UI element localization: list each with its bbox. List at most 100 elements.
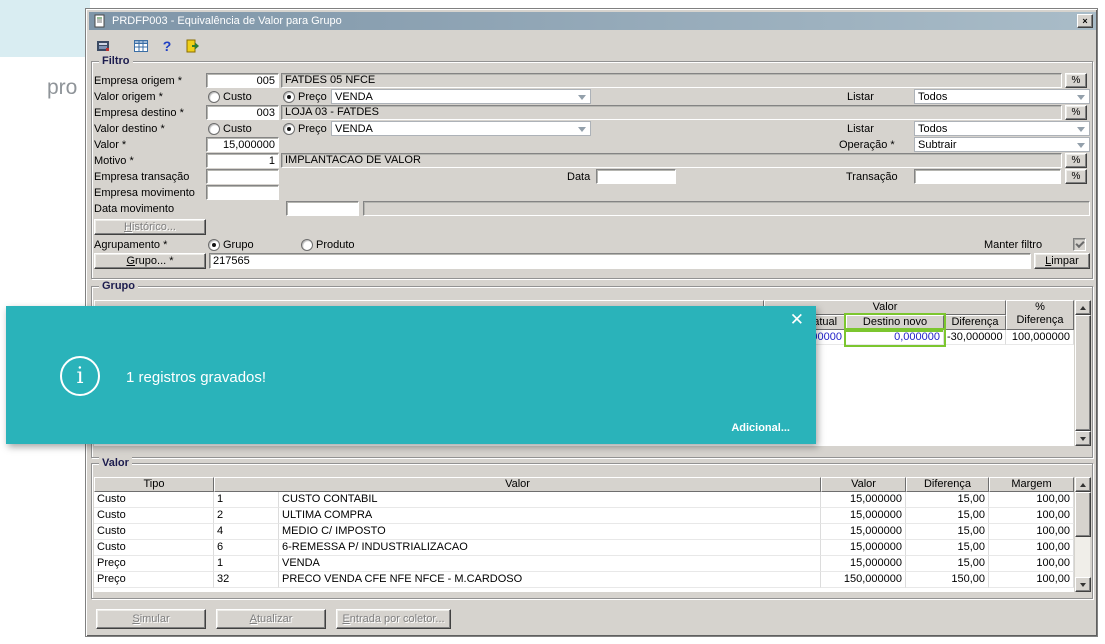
cell-valor: 15,000000 — [821, 508, 906, 524]
pct-line2: Diferença — [1016, 314, 1064, 326]
grid-button[interactable] — [132, 37, 150, 55]
label-empresa-transacao: Empresa transação — [94, 171, 190, 183]
toast-message: 1 registros gravados! — [126, 369, 267, 386]
cell-diferenca: 15,00 — [906, 540, 989, 556]
table-row[interactable]: Custo 4 MEDIO C/ IMPOSTO 15,000000 15,00… — [94, 524, 1090, 540]
motivo-lookup-button[interactable]: % — [1065, 153, 1087, 168]
valor-destino-custo-radio[interactable] — [208, 123, 220, 135]
cell-valor: 15,000000 — [821, 492, 906, 508]
label-empresa-destino: Empresa destino * — [94, 107, 184, 119]
scroll-down-button[interactable] — [1075, 431, 1091, 446]
valor-destino-tipo-combo[interactable]: VENDA — [331, 121, 591, 136]
valor-vertical-scrollbar[interactable] — [1074, 477, 1091, 592]
cell-codigo: 1 — [214, 556, 279, 572]
empresa-destino-lookup-button[interactable]: % — [1065, 105, 1087, 120]
exit-button[interactable] — [183, 37, 201, 55]
data-movimento-input[interactable] — [286, 201, 359, 216]
valor-destino-listar-combo[interactable]: Todos — [914, 121, 1090, 136]
valor-origem-tipo-combo[interactable]: VENDA — [331, 89, 591, 104]
limpar-button[interactable]: Limpar — [1034, 253, 1090, 269]
agrupamento-produto-radio[interactable] — [301, 239, 313, 251]
scrollbar-thumb[interactable] — [1075, 315, 1091, 431]
scroll-up-button[interactable] — [1075, 477, 1091, 492]
empresa-transacao-code-input[interactable] — [206, 169, 279, 184]
label-operacao: Operação * — [839, 139, 895, 151]
transacao-lookup-button[interactable]: % — [1065, 169, 1087, 184]
info-icon: i — [60, 356, 100, 396]
valor-destino-preco-radio[interactable] — [283, 123, 295, 135]
title-bar[interactable]: PRDFP003 - Equivalência de Valor para Gr… — [89, 12, 1096, 30]
valor-input[interactable] — [206, 137, 279, 152]
label-transacao: Transação — [846, 171, 898, 183]
save-button[interactable] — [94, 37, 112, 55]
table-row[interactable]: Custo 6 6-REMESSA P/ INDUSTRIALIZACAO 15… — [94, 540, 1090, 556]
grupo-vertical-scrollbar[interactable] — [1074, 300, 1091, 446]
label-valor-destino: Valor destino * — [94, 123, 165, 135]
data-input[interactable] — [596, 169, 676, 184]
empresa-destino-code-input[interactable] — [206, 105, 279, 120]
label-agrupamento: Agrupamento * — [94, 239, 168, 251]
scrollbar-thumb[interactable] — [1075, 492, 1091, 537]
cell-tipo: Custo — [94, 540, 214, 556]
toast-adicional-link[interactable]: Adicional... — [731, 422, 790, 434]
combo-value: Todos — [918, 123, 948, 135]
valor-origem-preco-radio[interactable] — [283, 91, 295, 103]
help-button[interactable]: ? — [158, 37, 176, 55]
label-data: Data — [567, 171, 591, 183]
empresa-destino-desc-field: LOJA 03 - FATDES — [281, 105, 1062, 120]
grupo-button[interactable]: Grupo... * — [94, 253, 206, 269]
chevron-down-icon — [1077, 127, 1085, 132]
atualizar-button[interactable]: Atualizar — [216, 609, 326, 629]
valor-origem-listar-combo[interactable]: Todos — [914, 89, 1090, 104]
toast-close-button[interactable]: ✕ — [790, 311, 804, 329]
empresa-origem-code-input[interactable] — [206, 73, 279, 88]
historico-button[interactable]: Histórico... — [94, 219, 206, 235]
motivo-desc-field: IMPLANTACAO DE VALOR — [281, 153, 1062, 168]
table-row[interactable]: Custo 2 ULTIMA COMPRA 15,000000 15,00 10… — [94, 508, 1090, 524]
empresa-movimento-code-input[interactable] — [206, 185, 279, 200]
cell-codigo: 2 — [214, 508, 279, 524]
grupo-legend: Grupo — [99, 280, 138, 292]
simular-button[interactable]: Simular — [96, 609, 206, 629]
valor-destino-preco-label: Preço — [298, 123, 327, 135]
valor-origem-custo-radio[interactable] — [208, 91, 220, 103]
label-data-movimento: Data movimento — [94, 203, 175, 215]
chevron-down-icon — [578, 127, 586, 132]
grid-icon — [134, 40, 148, 52]
table-row[interactable]: Custo 1 CUSTO CONTABIL 15,000000 15,00 1… — [94, 492, 1090, 508]
valor-table: Tipo Valor Valor Diferença Margem Custo … — [94, 477, 1091, 592]
manter-filtro-checkbox[interactable] — [1073, 238, 1086, 251]
motivo-code-input[interactable] — [206, 153, 279, 168]
valor-destino-custo-label: Custo — [223, 123, 252, 135]
background-partial-text: pro — [47, 76, 78, 99]
cell-descricao: PRECO VENDA CFE NFE NFCE - M.CARDOSO — [279, 572, 821, 588]
table-row[interactable]: Preço 1 VENDA 15,000000 15,00 100,00 — [94, 556, 1090, 572]
cell-diferenca: 15,00 — [906, 556, 989, 572]
agrupamento-grupo-radio[interactable] — [208, 239, 220, 251]
help-icon: ? — [162, 38, 172, 54]
agrupamento-grupo-label: Grupo — [223, 239, 254, 251]
cell-diferenca: 150,00 — [906, 572, 989, 588]
pct-line1: % — [1035, 301, 1045, 313]
close-button[interactable]: × — [1077, 14, 1093, 28]
transacao-input[interactable] — [914, 169, 1061, 184]
valor-table-header: Tipo Valor Valor Diferença Margem — [94, 477, 1090, 492]
operacao-combo[interactable]: Subtrair — [914, 137, 1090, 152]
grupo-value-input[interactable] — [209, 253, 1031, 269]
scroll-down-button[interactable] — [1075, 577, 1091, 592]
cell-tipo: Preço — [94, 572, 214, 588]
cell-diferenca: 15,00 — [906, 492, 989, 508]
cell-valor: 15,000000 — [821, 540, 906, 556]
cell-descricao: MEDIO C/ IMPOSTO — [279, 524, 821, 540]
chevron-down-icon — [578, 95, 586, 100]
combo-value: Subtrair — [918, 139, 957, 151]
entrada-coletor-button[interactable]: Entrada por coletor... — [336, 609, 451, 629]
table-row[interactable]: Preço 32 PRECO VENDA CFE NFE NFCE - M.CA… — [94, 572, 1090, 588]
page-header-strip — [0, 0, 90, 57]
label-empresa-origem: Empresa origem * — [94, 75, 183, 87]
cell-codigo: 1 — [214, 492, 279, 508]
scroll-up-button[interactable] — [1075, 300, 1091, 315]
valor-origem-preco-label: Preço — [298, 91, 327, 103]
chevron-down-icon — [1077, 95, 1085, 100]
empresa-origem-lookup-button[interactable]: % — [1065, 73, 1087, 88]
